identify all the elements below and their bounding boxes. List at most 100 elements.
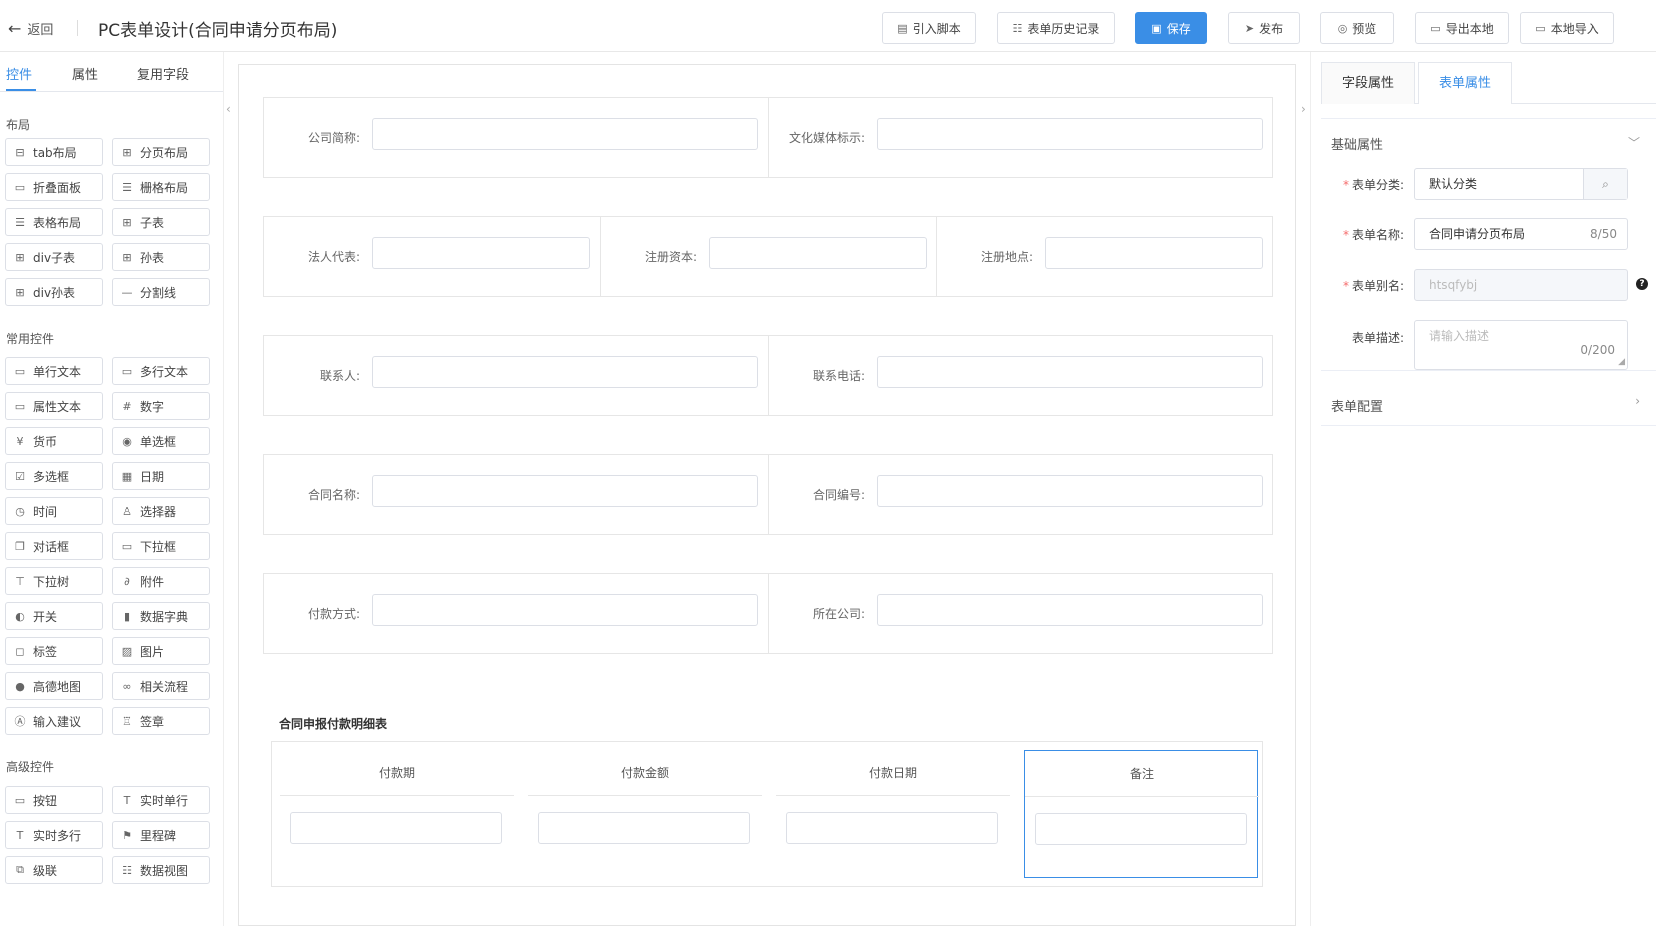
component-tab-layout[interactable]: ⊟ tab布局 bbox=[5, 138, 103, 166]
media-mark-input[interactable] bbox=[877, 118, 1263, 150]
form-cell[interactable]: 文化媒体标示: bbox=[769, 98, 1272, 177]
component-table-layout[interactable]: ☰ 表格布局 bbox=[5, 208, 103, 236]
tab-components[interactable]: 控件 bbox=[6, 64, 32, 83]
component-tag[interactable]: ◻ 标签 bbox=[5, 637, 103, 665]
payment-subtable[interactable]: 付款期 付款金额 付款日期 备注 bbox=[271, 741, 1263, 887]
component-dropdown-tree[interactable]: ⊤ 下拉树 bbox=[5, 567, 103, 595]
form-cell[interactable]: 付款方式: bbox=[264, 574, 769, 653]
help-icon[interactable]: ? bbox=[1636, 278, 1648, 290]
collapse-left-icon[interactable]: ‹ bbox=[226, 102, 231, 116]
preview-button[interactable]: ◎ 预览 bbox=[1320, 12, 1394, 44]
component-switch[interactable]: ◐ 开关 bbox=[5, 602, 103, 630]
component-div-grandchild-table[interactable]: ⊞ div孙表 bbox=[5, 278, 103, 306]
form-cell[interactable]: 注册资本: bbox=[601, 217, 937, 296]
component-checkbox[interactable]: ☑ 多选框 bbox=[5, 462, 103, 490]
component-collapse-panel[interactable]: ▭ 折叠面板 bbox=[5, 173, 103, 201]
component-subtable[interactable]: ⊞ 子表 bbox=[112, 208, 210, 236]
save-button[interactable]: ▣ 保存 bbox=[1135, 12, 1207, 44]
component-milestone[interactable]: ⚑ 里程碑 bbox=[112, 821, 210, 849]
divider bbox=[1321, 425, 1656, 426]
payment-period-input[interactable] bbox=[290, 812, 502, 844]
component-realtime-single[interactable]: T 实时单行 bbox=[112, 786, 210, 814]
component-dialog[interactable]: ❐ 对话框 bbox=[5, 532, 103, 560]
company-short-name-input[interactable] bbox=[372, 118, 758, 150]
component-seal[interactable]: ♖ 签章 bbox=[112, 707, 210, 735]
form-description-textarea[interactable]: 请输入描述 0/200 ◢ bbox=[1414, 320, 1628, 370]
component-input-suggestion[interactable]: Ⓐ 输入建议 bbox=[5, 707, 103, 735]
map-pin-icon: ● bbox=[15, 679, 25, 693]
company-input[interactable] bbox=[877, 594, 1263, 626]
contract-number-input[interactable] bbox=[877, 475, 1263, 507]
component-image[interactable]: ▨ 图片 bbox=[112, 637, 210, 665]
payment-date-input[interactable] bbox=[786, 812, 998, 844]
contact-phone-input[interactable] bbox=[877, 356, 1263, 388]
form-cell[interactable]: 公司简称: bbox=[264, 98, 769, 177]
registered-address-input[interactable] bbox=[1045, 237, 1263, 269]
subtable-column[interactable]: 付款期 bbox=[280, 750, 514, 878]
component-time[interactable]: ◷ 时间 bbox=[5, 497, 103, 525]
import-script-button[interactable]: ▤ 引入脚本 bbox=[882, 12, 976, 44]
component-label: tab布局 bbox=[33, 145, 77, 160]
chevron-right-icon[interactable]: › bbox=[1635, 394, 1640, 408]
component-currency[interactable]: ¥ 货币 bbox=[5, 427, 103, 455]
legal-representative-input[interactable] bbox=[372, 237, 590, 269]
form-config-title[interactable]: 表单配置 bbox=[1331, 396, 1383, 415]
remark-input[interactable] bbox=[1035, 813, 1247, 845]
form-cell[interactable]: 所在公司: bbox=[769, 574, 1272, 653]
component-data-dictionary[interactable]: ▮ 数据字典 bbox=[112, 602, 210, 630]
component-attachment[interactable]: ∂ 附件 bbox=[112, 567, 210, 595]
publish-button[interactable]: ➤ 发布 bbox=[1228, 12, 1300, 44]
form-history-button[interactable]: ☷ 表单历史记录 bbox=[997, 12, 1115, 44]
section-advanced-title: 高级控件 bbox=[6, 760, 55, 774]
registered-capital-input[interactable] bbox=[709, 237, 927, 269]
component-date[interactable]: ▦ 日期 bbox=[112, 462, 210, 490]
form-cell[interactable]: 联系电话: bbox=[769, 336, 1272, 415]
tab-field-properties[interactable]: 字段属性 bbox=[1321, 62, 1416, 104]
chevron-down-icon[interactable]: ﹀ bbox=[1628, 134, 1640, 151]
import-local-button[interactable]: ▭ 本地导入 bbox=[1520, 12, 1614, 44]
tab-form-properties[interactable]: 表单属性 bbox=[1418, 62, 1513, 104]
tab-reused-fields[interactable]: 复用字段 bbox=[137, 64, 189, 83]
back-button[interactable]: ← 返回 bbox=[8, 18, 53, 38]
component-radio[interactable]: ◉ 单选框 bbox=[112, 427, 210, 455]
subtable-column[interactable]: 付款金额 bbox=[528, 750, 762, 878]
form-cell[interactable]: 法人代表: bbox=[264, 217, 601, 296]
form-cell[interactable]: 注册地点: bbox=[937, 217, 1272, 296]
search-icon[interactable]: ⌕ bbox=[1583, 169, 1627, 199]
component-divider[interactable]: — 分割线 bbox=[112, 278, 210, 306]
form-cell[interactable]: 联系人: bbox=[264, 336, 769, 415]
form-cell[interactable]: 合同编号: bbox=[769, 455, 1272, 534]
payment-method-input[interactable] bbox=[372, 594, 758, 626]
component-single-text[interactable]: ▭ 单行文本 bbox=[5, 357, 103, 385]
component-dropdown[interactable]: ▭ 下拉框 bbox=[112, 532, 210, 560]
component-label: 下拉框 bbox=[140, 539, 177, 554]
component-div-subtable[interactable]: ⊞ div子表 bbox=[5, 243, 103, 271]
field-label: 公司简称: bbox=[307, 131, 360, 145]
component-number[interactable]: # 数字 bbox=[112, 392, 210, 420]
form-cell[interactable]: 合同名称: bbox=[264, 455, 769, 534]
component-button[interactable]: ▭ 按钮 bbox=[5, 786, 103, 814]
component-grid-layout[interactable]: ☰ 栅格布局 bbox=[112, 173, 210, 201]
resize-handle-icon[interactable]: ◢ bbox=[1618, 357, 1625, 367]
payment-amount-input[interactable] bbox=[538, 812, 750, 844]
contract-name-input[interactable] bbox=[372, 475, 758, 507]
tab-properties[interactable]: 属性 bbox=[72, 64, 98, 83]
form-name-input[interactable]: 合同申请分页布局 8/50 bbox=[1414, 218, 1628, 250]
component-multi-text[interactable]: ▭ 多行文本 bbox=[112, 357, 210, 385]
collapse-right-icon[interactable]: › bbox=[1301, 102, 1306, 116]
component-page-layout[interactable]: ⊞ 分页布局 bbox=[112, 138, 210, 166]
component-grandchild-table[interactable]: ⊞ 孙表 bbox=[112, 243, 210, 271]
component-selector[interactable]: ♙ 选择器 bbox=[112, 497, 210, 525]
subtable-column[interactable]: 付款日期 bbox=[776, 750, 1010, 878]
form-category-input[interactable]: 默认分类 ⌕ bbox=[1414, 168, 1628, 200]
component-attribute-text[interactable]: ▭ 属性文本 bbox=[5, 392, 103, 420]
subtable-column-selected[interactable]: 备注 bbox=[1024, 750, 1259, 878]
contact-person-input[interactable] bbox=[372, 356, 758, 388]
export-local-button[interactable]: ▭ 导出本地 bbox=[1415, 12, 1509, 44]
component-cascade[interactable]: ⧉ 级联 bbox=[5, 856, 103, 884]
table-layout-icon: ☰ bbox=[15, 215, 25, 229]
component-map[interactable]: ● 高德地图 bbox=[5, 672, 103, 700]
component-data-view[interactable]: ☷ 数据视图 bbox=[112, 856, 210, 884]
component-realtime-multi[interactable]: T 实时多行 bbox=[5, 821, 103, 849]
component-related-process[interactable]: ∞ 相关流程 bbox=[112, 672, 210, 700]
